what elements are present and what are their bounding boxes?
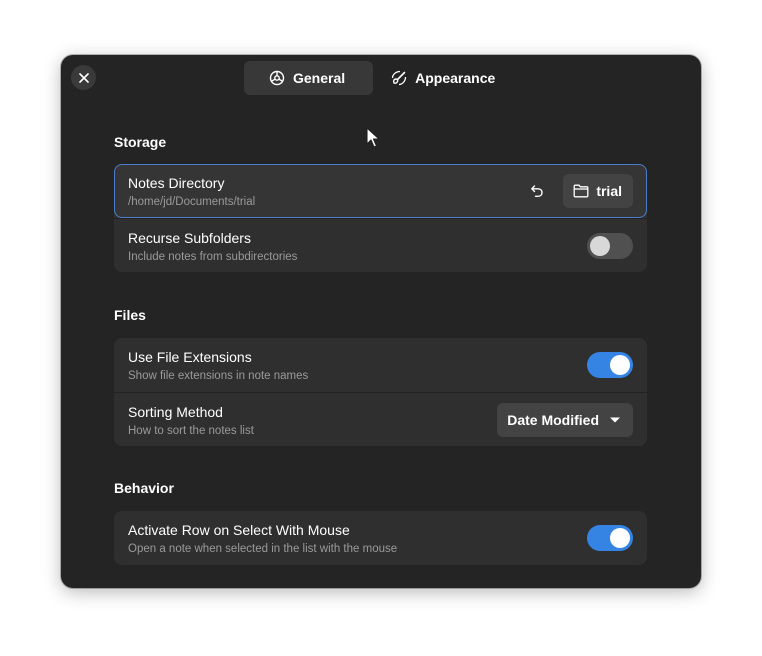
tab-bar: General Appearance: [244, 61, 511, 95]
storage-group: Notes Directory /home/jd/Documents/trial…: [114, 164, 647, 272]
reset-directory-button[interactable]: [523, 177, 551, 205]
recurse-subfolders-title: Recurse Subfolders: [128, 230, 251, 246]
folder-name: trial: [596, 183, 622, 199]
close-icon: [78, 72, 89, 83]
activate-row-title: Activate Row on Select With Mouse: [128, 522, 350, 538]
section-title-files: Files: [114, 307, 146, 323]
behavior-group: Activate Row on Select With Mouse Open a…: [114, 511, 647, 565]
general-settings-icon: [269, 70, 285, 86]
dropdown-arrow-icon: [610, 417, 620, 422]
use-file-extensions-subtitle: Show file extensions in note names: [128, 370, 309, 382]
folder-icon: [573, 184, 589, 198]
tab-general[interactable]: General: [244, 61, 374, 95]
activate-row-switch[interactable]: [587, 525, 633, 551]
activate-row-subtitle: Open a note when selected in the list wi…: [128, 543, 398, 555]
use-file-extensions-row[interactable]: Use File Extensions Show file extensions…: [114, 338, 647, 392]
recurse-subfolders-row[interactable]: Recurse Subfolders Include notes from su…: [114, 218, 647, 272]
use-file-extensions-title: Use File Extensions: [128, 349, 252, 365]
choose-folder-button[interactable]: trial: [563, 174, 633, 208]
section-title-behavior: Behavior: [114, 480, 174, 496]
use-file-extensions-switch[interactable]: [587, 352, 633, 378]
sorting-method-selected: Date Modified: [507, 411, 599, 428]
notes-directory-row[interactable]: Notes Directory /home/jd/Documents/trial…: [114, 164, 647, 218]
preferences-window: General Appearance Storage Notes Directo…: [61, 55, 701, 588]
tab-appearance[interactable]: Appearance: [375, 61, 511, 95]
activate-row-row[interactable]: Activate Row on Select With Mouse Open a…: [114, 511, 647, 565]
mouse-cursor-icon: [366, 127, 380, 148]
appearance-icon: [391, 70, 407, 86]
section-title-storage: Storage: [114, 134, 167, 150]
close-button[interactable]: [71, 65, 96, 90]
undo-icon: [531, 185, 544, 197]
recurse-subfolders-subtitle: Include notes from subdirectories: [128, 251, 298, 263]
tab-general-label: General: [293, 70, 346, 86]
files-group: Use File Extensions Show file extensions…: [114, 338, 647, 446]
sorting-method-dropdown[interactable]: Date Modified: [497, 402, 633, 437]
tab-appearance-label: Appearance: [415, 70, 496, 86]
sorting-method-row[interactable]: Sorting Method How to sort the notes lis…: [114, 392, 647, 446]
recurse-subfolders-switch[interactable]: [587, 232, 633, 259]
